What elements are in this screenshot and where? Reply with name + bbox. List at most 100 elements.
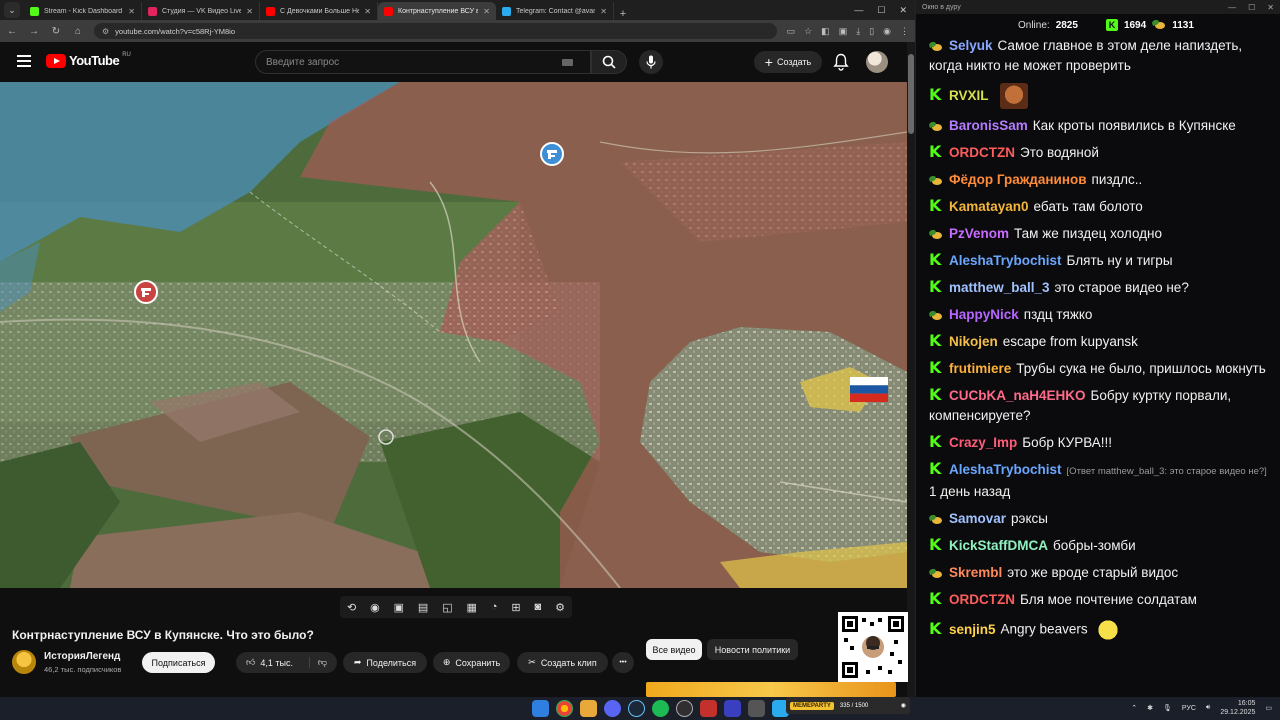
chat-username[interactable]: matthew_ball_3: [949, 280, 1050, 295]
chat-username[interactable]: HappyNick: [949, 307, 1019, 322]
voice-search-button[interactable]: [639, 50, 663, 74]
share-button[interactable]: ➦ Поделиться: [343, 652, 427, 673]
chat-username[interactable]: CUCbKA_naH4EHKO: [949, 388, 1086, 403]
overlay-toggle-icon[interactable]: ◉: [901, 702, 906, 709]
browser-tab[interactable]: Telegram: Contact @avantonov ✕: [496, 2, 614, 20]
volume-icon[interactable]: 🔊︎: [1206, 704, 1210, 712]
notifications-tray-icon[interactable]: ▭: [1265, 704, 1272, 712]
youtube-app-icon[interactable]: [700, 700, 717, 717]
bookmark-icon[interactable]: ☆: [804, 26, 812, 37]
channel-name[interactable]: ИсторияЛегенд: [44, 651, 120, 662]
file-explorer-icon[interactable]: [580, 700, 597, 717]
clip-button[interactable]: ✂ Создать клип: [517, 652, 608, 673]
bluetooth-icon[interactable]: ✱: [1147, 704, 1153, 712]
new-tab-button[interactable]: +: [614, 8, 632, 20]
more-actions-button[interactable]: •••: [612, 652, 634, 673]
media-player-icon[interactable]: [724, 700, 741, 717]
chat-username[interactable]: RVXIL: [949, 88, 989, 103]
screen-share-icon[interactable]: ▭: [787, 26, 796, 37]
dislike-icon[interactable]: 👎︎: [308, 657, 327, 668]
loop-icon[interactable]: ⟲: [347, 601, 356, 614]
chat-username[interactable]: frutimiere: [949, 361, 1011, 376]
tray-chevron-icon[interactable]: ⌃: [1131, 704, 1137, 712]
discord-icon[interactable]: [604, 700, 621, 717]
chat-username[interactable]: Nikojen: [949, 334, 998, 349]
menu-icon[interactable]: [17, 55, 31, 67]
chat-username[interactable]: AleshaTrybochist: [949, 462, 1062, 477]
browser-menu-icon[interactable]: ⋮: [900, 26, 909, 37]
chat-username[interactable]: senjin5: [949, 622, 996, 637]
filmstrip-icon[interactable]: ▤: [418, 601, 428, 614]
chat-username[interactable]: Selyuk: [949, 38, 993, 53]
speed-icon[interactable]: ◔: [491, 601, 498, 613]
chrome-icon[interactable]: [556, 700, 573, 717]
profile-icon[interactable]: ◉: [883, 26, 891, 37]
picture-in-picture-icon[interactable]: ◱: [442, 601, 452, 614]
sidebar-icon[interactable]: ▯: [869, 26, 874, 37]
tab-close-icon[interactable]: ✕: [483, 7, 490, 16]
tab-close-icon[interactable]: ✕: [128, 7, 135, 16]
chat-close-icon[interactable]: ✕: [1267, 3, 1274, 12]
chat-username[interactable]: Crazy_Imp: [949, 435, 1017, 450]
chat-username[interactable]: ORDCTZN: [949, 592, 1015, 607]
scrollbar-thumb[interactable]: [908, 54, 914, 134]
like-icon[interactable]: 👍︎: [246, 657, 255, 668]
screenshot-icon[interactable]: ◙: [535, 601, 542, 613]
close-window-icon[interactable]: ✕: [899, 5, 907, 16]
tab-close-icon[interactable]: ✕: [246, 7, 253, 16]
promo-banner[interactable]: [646, 682, 896, 697]
chat-username[interactable]: Samovar: [949, 511, 1006, 526]
page-scrollbar[interactable]: [907, 42, 915, 697]
browser-tab[interactable]: Контрнаступление ВСУ в К ✕: [378, 2, 496, 20]
clock[interactable]: 16:05 29.12.2025: [1220, 699, 1255, 717]
chip-politics-news[interactable]: Новости политики: [707, 639, 798, 660]
browser-tab[interactable]: Студия — VK Видео Live ✕: [142, 2, 260, 20]
gallery-icon[interactable]: ▦: [467, 601, 477, 614]
chip-all-videos[interactable]: Все видео: [646, 639, 702, 660]
home-icon[interactable]: ⌂: [72, 26, 84, 37]
broadcast-icon[interactable]: ◉: [370, 601, 380, 614]
account-avatar[interactable]: [866, 51, 888, 73]
tab-search-icon[interactable]: ⌄: [4, 2, 20, 18]
chat-username[interactable]: PzVenom: [949, 226, 1009, 241]
chat-username[interactable]: Skrembl: [949, 565, 1002, 580]
browser-tab[interactable]: С Девочками Больше Не Хоч ✕: [260, 2, 378, 20]
keyboard-icon[interactable]: [562, 58, 573, 66]
download-icon[interactable]: ⤓: [856, 26, 860, 37]
chat-username[interactable]: ORDCTZN: [949, 145, 1015, 160]
reload-icon[interactable]: ↻: [50, 26, 62, 37]
chat-username[interactable]: BaronisSam: [949, 118, 1028, 133]
channel-avatar[interactable]: [12, 650, 36, 674]
subscribe-button[interactable]: Подписаться: [142, 652, 215, 673]
minimize-icon[interactable]: —: [854, 5, 863, 16]
tab-close-icon[interactable]: ✕: [600, 7, 607, 16]
chat-username[interactable]: KickStaffDMCA: [949, 538, 1048, 553]
camera-icon[interactable]: ▣: [394, 601, 404, 614]
chat-maximize-icon[interactable]: ☐: [1248, 3, 1255, 12]
search-button[interactable]: [591, 50, 627, 74]
video-player[interactable]: [0, 82, 907, 588]
app-icon[interactable]: [748, 700, 765, 717]
chat-username[interactable]: AleshaTrybochist: [949, 253, 1062, 268]
youtube-logo[interactable]: YouTube RU: [46, 52, 131, 68]
search-input[interactable]: [266, 56, 556, 68]
windows-start-icon[interactable]: [532, 700, 549, 717]
settings-gear-icon[interactable]: ⚙: [555, 601, 565, 614]
save-button[interactable]: ⊕ Сохранить: [433, 652, 510, 673]
tab-close-icon[interactable]: ✕: [364, 7, 371, 16]
notifications-bell-icon[interactable]: [833, 53, 849, 71]
steam-icon[interactable]: [628, 700, 645, 717]
browser-tab[interactable]: Stream - Kick Dashboard ✕: [24, 2, 142, 20]
spotify-icon[interactable]: [652, 700, 669, 717]
back-icon[interactable]: ←: [6, 26, 18, 37]
extension-icon[interactable]: ◧: [821, 26, 830, 37]
chat-username[interactable]: Фёдор Гражданинов: [949, 172, 1087, 187]
url-field[interactable]: ⚙ youtube.com/watch?v=c58Rj-YM8io: [94, 23, 777, 39]
chat-username[interactable]: Kamatayan0: [949, 199, 1029, 214]
like-count[interactable]: 4,1 тыс.: [260, 658, 293, 668]
create-button[interactable]: + Создать: [754, 51, 822, 73]
maximize-icon[interactable]: ☐: [877, 5, 885, 16]
add-frame-icon[interactable]: ⊞: [511, 601, 520, 614]
extension-badge-icon[interactable]: ▣: [839, 26, 848, 37]
site-info-icon[interactable]: ⚙: [102, 27, 109, 36]
